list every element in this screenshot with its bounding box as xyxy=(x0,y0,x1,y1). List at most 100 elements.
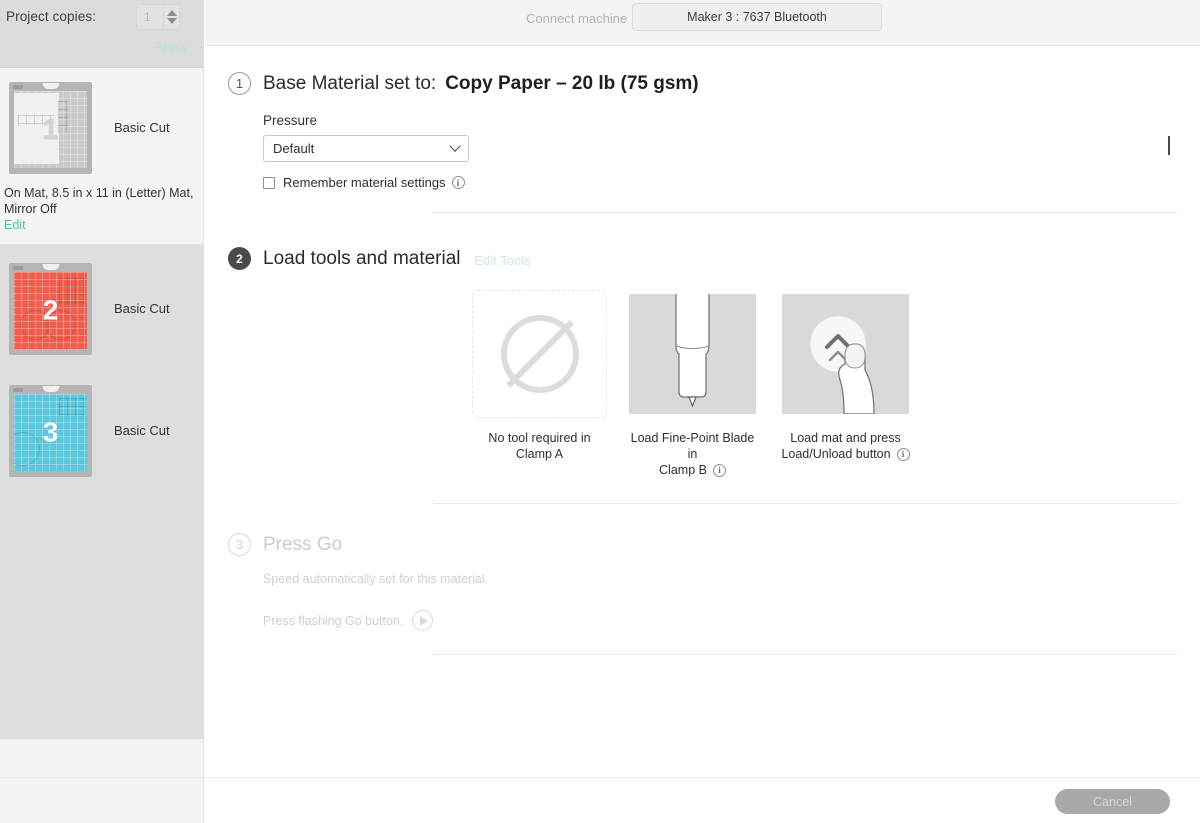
step-1: 1 Base Material set to: Copy Paper – 20 … xyxy=(205,46,1200,190)
tool-caption-line1: Load Fine-Point Blade in xyxy=(630,431,755,461)
mat-list-item-1[interactable]: 1 Basic Cut On Mat, 8.5 in x 11 in (Lett… xyxy=(0,68,203,245)
mat-operation-3: Basic Cut xyxy=(114,423,170,438)
step-3-title: Press Go xyxy=(263,533,343,555)
triangle-down-icon[interactable] xyxy=(166,18,177,24)
mat-surface: 2 xyxy=(14,272,87,349)
blade-illustration xyxy=(675,294,710,408)
no-tool-icon xyxy=(472,290,607,418)
chevron-down-icon xyxy=(1168,136,1170,155)
stepper-arrows[interactable] xyxy=(163,5,179,29)
tool-card-caption: Load Fine-Point Blade in Clamp B i xyxy=(625,430,760,478)
remember-settings-row[interactable]: Remember material settings i xyxy=(263,175,1200,190)
mat-row-2[interactable]: 2 Basic Cut xyxy=(0,263,203,355)
tool-caption-line2-wrap: Load/Unload button i xyxy=(781,446,910,462)
mat-thumbnail-3[interactable]: 3 xyxy=(9,385,92,477)
remember-settings-checkbox[interactable] xyxy=(263,176,275,189)
machine-name: Maker 3 : 7637 Bluetooth xyxy=(687,10,827,24)
machine-selector[interactable]: Maker 3 : 7637 Bluetooth xyxy=(632,3,882,31)
main-panel: Connect machine Maker 3 : 7637 Bluetooth… xyxy=(205,0,1200,777)
tool-card-clamp-a[interactable]: No tool required in Clamp A xyxy=(472,290,607,478)
mat-corner-label xyxy=(13,85,23,89)
tool-caption-line2: Clamp B xyxy=(659,463,707,477)
cancel-button[interactable]: Cancel xyxy=(1055,789,1170,814)
project-copies-row: Project copies: xyxy=(6,9,96,24)
edit-tools-button[interactable]: Edit Tools xyxy=(475,253,531,268)
pressure-select[interactable]: Default xyxy=(263,135,469,162)
connect-machine-label: Connect machine xyxy=(526,11,628,26)
project-copies-stepper[interactable]: 1 xyxy=(136,4,180,30)
info-icon[interactable]: i xyxy=(896,447,910,461)
mat-row-1: 1 Basic Cut xyxy=(0,82,203,174)
no-tool-circle-slash xyxy=(500,315,579,393)
tool-card-caption: Load mat and press Load/Unload button i xyxy=(778,430,913,462)
remember-settings-label: Remember material settings xyxy=(283,175,446,190)
mat-operation-1: Basic Cut xyxy=(114,120,170,135)
mat-corner-label xyxy=(13,266,23,270)
press-go-text: Press flashing Go button. xyxy=(263,613,404,628)
sidebar: Project copies: 1 Apply 1 Basic Cut On M… xyxy=(0,0,204,777)
load-mat-press-icon xyxy=(778,290,913,418)
step-3: 3 Press Go Speed automatically set for t… xyxy=(205,504,1200,631)
tool-caption-line2: Load/Unload button xyxy=(781,447,891,461)
triangle-up-icon[interactable] xyxy=(166,10,177,16)
project-copies-panel: Project copies: 1 Apply xyxy=(0,0,203,68)
play-icon xyxy=(412,610,434,631)
step-1-collapse-button[interactable] xyxy=(1168,136,1170,155)
mat-thumbnail-1[interactable]: 1 xyxy=(9,82,92,174)
press-go-row: Press flashing Go button. xyxy=(263,610,1200,631)
chevron-down-icon xyxy=(449,140,461,152)
pressure-block: Pressure Default Remember material setti… xyxy=(205,95,1200,190)
mat-thumbnail-2[interactable]: 2 xyxy=(9,263,92,355)
step-1-title: Base Material set to: xyxy=(263,72,437,94)
footer-bar: Cancel xyxy=(0,777,1200,823)
mat-number: 1 xyxy=(42,112,60,145)
mat-number: 3 xyxy=(42,415,59,447)
speed-note: Speed automatically set for this materia… xyxy=(263,572,489,586)
tool-card-load-mat[interactable]: Load mat and press Load/Unload button i xyxy=(778,290,913,478)
mat-row-3[interactable]: 3 Basic Cut xyxy=(0,385,203,477)
step-3-body: Speed automatically set for this materia… xyxy=(205,572,1200,631)
mat-shape-lines xyxy=(59,278,85,304)
tool-caption-line2-wrap: Clamp B i xyxy=(659,462,726,478)
mat-corner-label xyxy=(13,388,23,392)
cricut-make-it-screen: Project copies: 1 Apply 1 Basic Cut On M… xyxy=(0,0,1200,823)
mat-operation-2: Basic Cut xyxy=(114,301,170,316)
project-copies-label: Project copies: xyxy=(6,9,97,24)
apply-button[interactable]: Apply xyxy=(154,39,188,54)
mat-list: 1 Basic Cut On Mat, 8.5 in x 11 in (Lett… xyxy=(0,68,203,739)
step-2-title: Load tools and material xyxy=(263,247,461,269)
step-2: 2 Load tools and material Edit Tools No … xyxy=(205,213,1200,478)
base-material-value: Copy Paper – 20 lb (75 gsm) xyxy=(445,72,699,94)
step-1-header: 1 Base Material set to: Copy Paper – 20 … xyxy=(205,72,1200,95)
mat-edit-link-1[interactable]: Edit xyxy=(4,218,203,232)
project-copies-value[interactable]: 1 xyxy=(137,10,163,24)
tool-caption-line2: Clamp A xyxy=(515,447,564,461)
tool-card-caption: No tool required in Clamp A xyxy=(472,430,607,462)
play-triangle xyxy=(419,615,428,626)
step-3-header: 3 Press Go xyxy=(205,533,1200,556)
footer-sidebar-shade xyxy=(0,778,204,823)
step-2-badge: 2 xyxy=(228,247,251,270)
press-button-illustration xyxy=(809,315,875,414)
info-icon[interactable]: i xyxy=(712,463,726,477)
divider-3 xyxy=(433,654,1177,655)
tool-caption-line1: No tool required in xyxy=(488,431,591,445)
mat-surface: 1 xyxy=(14,91,87,168)
mat-shape-lines xyxy=(58,101,68,133)
topbar: Connect machine Maker 3 : 7637 Bluetooth xyxy=(205,0,1200,46)
tool-cards: No tool required in Clamp A Load Fine-Po… xyxy=(205,270,1200,478)
step-3-badge: 3 xyxy=(228,533,251,556)
mat-list-unselected-group: 2 Basic Cut 3 Basic Cut xyxy=(0,245,203,739)
step-2-header: 2 Load tools and material Edit Tools xyxy=(205,247,1200,270)
mat-shape-lines xyxy=(59,398,85,416)
tool-card-clamp-b[interactable]: Load Fine-Point Blade in Clamp B i xyxy=(625,290,760,478)
mat-surface: 3 xyxy=(14,394,87,471)
info-icon[interactable]: i xyxy=(451,176,465,189)
mat-meta-1: On Mat, 8.5 in x 11 in (Letter) Mat, Mir… xyxy=(4,186,194,216)
tool-caption-line1: Load mat and press xyxy=(790,431,901,445)
pressure-selected-value: Default xyxy=(273,141,315,156)
step-1-badge: 1 xyxy=(228,72,251,95)
pressure-label: Pressure xyxy=(263,113,318,128)
mat-number: 2 xyxy=(42,293,59,325)
steps-content: 1 Base Material set to: Copy Paper – 20 … xyxy=(205,46,1200,655)
